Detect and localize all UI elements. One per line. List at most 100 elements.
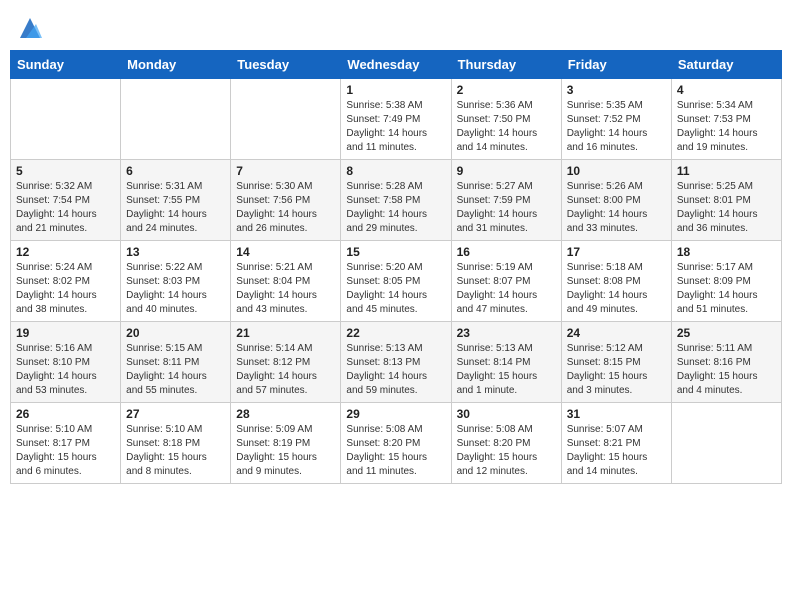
day-info: Sunrise: 5:38 AM Sunset: 7:49 PM Dayligh… — [346, 99, 445, 155]
day-number: 4 — [677, 83, 776, 97]
weekday-header-sunday: Sunday — [11, 51, 121, 79]
day-number: 13 — [126, 245, 225, 259]
calendar-cell: 15 Sunrise: 5:20 AM Sunset: 8:05 PM Dayli… — [341, 241, 451, 322]
weekday-header-wednesday: Wednesday — [341, 51, 451, 79]
calendar-cell: 27 Sunrise: 5:10 AM Sunset: 8:18 PM Dayli… — [121, 403, 231, 484]
calendar-cell: 18 Sunrise: 5:17 AM Sunset: 8:09 PM Dayli… — [671, 241, 781, 322]
calendar-cell: 17 Sunrise: 5:18 AM Sunset: 8:08 PM Dayli… — [561, 241, 671, 322]
calendar-cell: 26Sunrise: 5:10 AM Sunset: 8:17 PM Dayli… — [11, 403, 121, 484]
calendar-cell: 19 Sunrise: 5:16 AM Sunset: 8:10 PM Dayli… — [11, 322, 121, 403]
logo-icon — [16, 14, 44, 42]
day-number: 30 — [457, 407, 556, 421]
day-info: Sunrise: 5:14 AM Sunset: 8:12 PM Dayligh… — [236, 342, 335, 398]
day-number: 11 — [677, 164, 776, 178]
weekday-header-monday: Monday — [121, 51, 231, 79]
day-number: 12 — [16, 245, 115, 259]
day-info: Sunrise: 5:24 AM Sunset: 8:02 PM Dayligh… — [16, 261, 115, 317]
calendar-cell: 25Sunrise: 5:11 AM Sunset: 8:16 PM Dayli… — [671, 322, 781, 403]
calendar-cell: 4 Sunrise: 5:34 AM Sunset: 7:53 PM Daylig… — [671, 79, 781, 160]
day-number: 8 — [346, 164, 445, 178]
day-info: Sunrise: 5:17 AM Sunset: 8:09 PM Dayligh… — [677, 261, 776, 317]
weekday-header-friday: Friday — [561, 51, 671, 79]
day-info: Sunrise: 5:32 AM Sunset: 7:54 PM Dayligh… — [16, 180, 115, 236]
calendar-cell: 28 Sunrise: 5:09 AM Sunset: 8:19 PM Dayli… — [231, 403, 341, 484]
day-info: Sunrise: 5:10 AM Sunset: 8:17 PM Dayligh… — [16, 423, 115, 479]
calendar-cell: 5 Sunrise: 5:32 AM Sunset: 7:54 PM Daylig… — [11, 160, 121, 241]
day-info: Sunrise: 5:19 AM Sunset: 8:07 PM Dayligh… — [457, 261, 556, 317]
day-number: 16 — [457, 245, 556, 259]
day-info: Sunrise: 5:13 AM Sunset: 8:13 PM Dayligh… — [346, 342, 445, 398]
day-number: 28 — [236, 407, 335, 421]
calendar-week-row: 12 Sunrise: 5:24 AM Sunset: 8:02 PM Dayli… — [11, 241, 782, 322]
calendar-week-row: 19 Sunrise: 5:16 AM Sunset: 8:10 PM Dayli… — [11, 322, 782, 403]
day-number: 31 — [567, 407, 666, 421]
day-number: 1 — [346, 83, 445, 97]
day-number: 22 — [346, 326, 445, 340]
day-info: Sunrise: 5:35 AM Sunset: 7:52 PM Dayligh… — [567, 99, 666, 155]
day-number: 24 — [567, 326, 666, 340]
calendar-cell: 22 Sunrise: 5:13 AM Sunset: 8:13 PM Dayli… — [341, 322, 451, 403]
calendar-cell: 11 Sunrise: 5:25 AM Sunset: 8:01 PM Dayli… — [671, 160, 781, 241]
calendar-cell: 7Sunrise: 5:30 AM Sunset: 7:56 PM Daylig… — [231, 160, 341, 241]
calendar-cell: 20 Sunrise: 5:15 AM Sunset: 8:11 PM Dayli… — [121, 322, 231, 403]
calendar-table: SundayMondayTuesdayWednesdayThursdayFrid… — [10, 50, 782, 484]
page-header — [10, 10, 782, 42]
calendar-cell: 6 Sunrise: 5:31 AM Sunset: 7:55 PM Daylig… — [121, 160, 231, 241]
day-info: Sunrise: 5:10 AM Sunset: 8:18 PM Dayligh… — [126, 423, 225, 479]
calendar-cell: 16 Sunrise: 5:19 AM Sunset: 8:07 PM Dayli… — [451, 241, 561, 322]
day-number: 6 — [126, 164, 225, 178]
calendar-cell: 1 Sunrise: 5:38 AM Sunset: 7:49 PM Daylig… — [341, 79, 451, 160]
calendar-cell — [11, 79, 121, 160]
day-number: 10 — [567, 164, 666, 178]
day-number: 19 — [16, 326, 115, 340]
day-number: 18 — [677, 245, 776, 259]
calendar-cell: 24Sunrise: 5:12 AM Sunset: 8:15 PM Dayli… — [561, 322, 671, 403]
calendar-week-row: 26Sunrise: 5:10 AM Sunset: 8:17 PM Dayli… — [11, 403, 782, 484]
day-info: Sunrise: 5:22 AM Sunset: 8:03 PM Dayligh… — [126, 261, 225, 317]
day-info: Sunrise: 5:26 AM Sunset: 8:00 PM Dayligh… — [567, 180, 666, 236]
calendar-week-row: 1 Sunrise: 5:38 AM Sunset: 7:49 PM Daylig… — [11, 79, 782, 160]
day-info: Sunrise: 5:07 AM Sunset: 8:21 PM Dayligh… — [567, 423, 666, 479]
day-number: 3 — [567, 83, 666, 97]
day-info: Sunrise: 5:08 AM Sunset: 8:20 PM Dayligh… — [346, 423, 445, 479]
calendar-cell: 30 Sunrise: 5:08 AM Sunset: 8:20 PM Dayli… — [451, 403, 561, 484]
calendar-cell: 23Sunrise: 5:13 AM Sunset: 8:14 PM Dayli… — [451, 322, 561, 403]
calendar-cell — [231, 79, 341, 160]
day-number: 17 — [567, 245, 666, 259]
weekday-header-thursday: Thursday — [451, 51, 561, 79]
day-number: 27 — [126, 407, 225, 421]
day-info: Sunrise: 5:27 AM Sunset: 7:59 PM Dayligh… — [457, 180, 556, 236]
calendar-cell: 3 Sunrise: 5:35 AM Sunset: 7:52 PM Daylig… — [561, 79, 671, 160]
calendar-cell — [671, 403, 781, 484]
day-info: Sunrise: 5:31 AM Sunset: 7:55 PM Dayligh… — [126, 180, 225, 236]
day-number: 20 — [126, 326, 225, 340]
day-info: Sunrise: 5:20 AM Sunset: 8:05 PM Dayligh… — [346, 261, 445, 317]
calendar-cell: 12 Sunrise: 5:24 AM Sunset: 8:02 PM Dayli… — [11, 241, 121, 322]
calendar-cell — [121, 79, 231, 160]
calendar-cell: 2Sunrise: 5:36 AM Sunset: 7:50 PM Daylig… — [451, 79, 561, 160]
logo — [14, 14, 44, 42]
day-info: Sunrise: 5:15 AM Sunset: 8:11 PM Dayligh… — [126, 342, 225, 398]
calendar-cell: 13 Sunrise: 5:22 AM Sunset: 8:03 PM Dayli… — [121, 241, 231, 322]
weekday-header-row: SundayMondayTuesdayWednesdayThursdayFrid… — [11, 51, 782, 79]
calendar-cell: 29 Sunrise: 5:08 AM Sunset: 8:20 PM Dayli… — [341, 403, 451, 484]
calendar-cell: 21 Sunrise: 5:14 AM Sunset: 8:12 PM Dayli… — [231, 322, 341, 403]
day-info: Sunrise: 5:16 AM Sunset: 8:10 PM Dayligh… — [16, 342, 115, 398]
day-number: 29 — [346, 407, 445, 421]
day-number: 21 — [236, 326, 335, 340]
day-number: 2 — [457, 83, 556, 97]
calendar-cell: 10 Sunrise: 5:26 AM Sunset: 8:00 PM Dayli… — [561, 160, 671, 241]
day-info: Sunrise: 5:08 AM Sunset: 8:20 PM Dayligh… — [457, 423, 556, 479]
day-info: Sunrise: 5:34 AM Sunset: 7:53 PM Dayligh… — [677, 99, 776, 155]
calendar-cell: 8Sunrise: 5:28 AM Sunset: 7:58 PM Daylig… — [341, 160, 451, 241]
day-info: Sunrise: 5:09 AM Sunset: 8:19 PM Dayligh… — [236, 423, 335, 479]
day-number: 9 — [457, 164, 556, 178]
day-number: 15 — [346, 245, 445, 259]
day-info: Sunrise: 5:13 AM Sunset: 8:14 PM Dayligh… — [457, 342, 556, 398]
weekday-header-saturday: Saturday — [671, 51, 781, 79]
weekday-header-tuesday: Tuesday — [231, 51, 341, 79]
day-info: Sunrise: 5:25 AM Sunset: 8:01 PM Dayligh… — [677, 180, 776, 236]
day-number: 5 — [16, 164, 115, 178]
day-info: Sunrise: 5:18 AM Sunset: 8:08 PM Dayligh… — [567, 261, 666, 317]
day-info: Sunrise: 5:11 AM Sunset: 8:16 PM Dayligh… — [677, 342, 776, 398]
